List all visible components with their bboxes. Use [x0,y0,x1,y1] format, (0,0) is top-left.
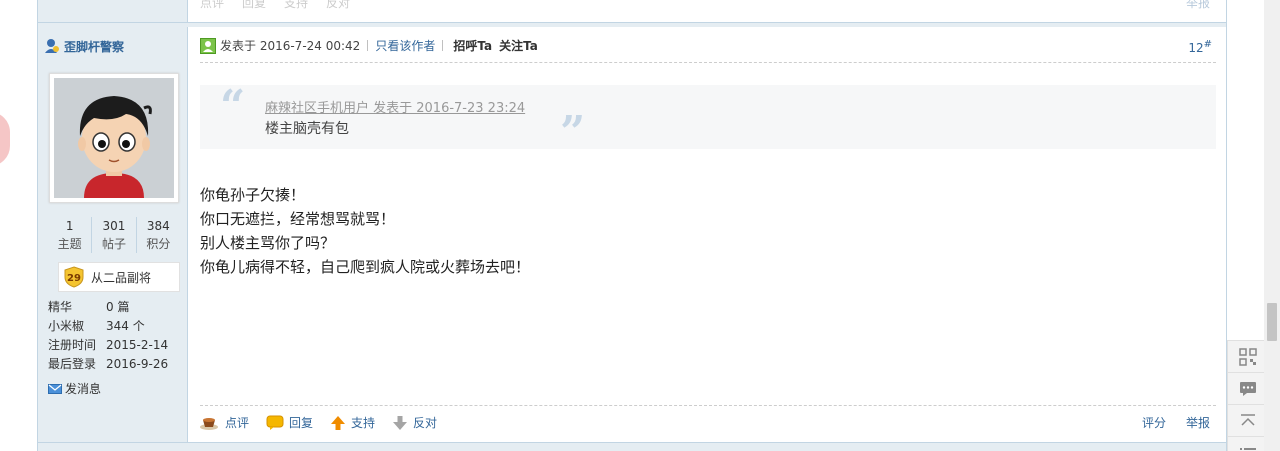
info-row: 小米椒 344 个 [48,317,168,336]
report-link[interactable]: 举报 [1186,414,1210,431]
reply-label: 回复 [289,416,314,430]
support-label: 支持 [351,416,376,430]
quote-body: 楼主脑壳有包 [265,121,349,137]
comment-icon [1240,381,1256,396]
back-to-top-button[interactable] [1228,405,1268,437]
avatar-image [54,78,174,198]
stat-topics[interactable]: 1 主题 [48,217,93,253]
divider [367,40,369,51]
info-row: 最后登录 2016-9-26 [48,355,168,374]
stat-topics-label: 主题 [57,237,82,251]
qrcode-icon [1239,347,1257,366]
rank-title: 从二品副将 [91,270,152,285]
post-main: 发表于 2016-7-24 00:42 只看该作者 招呼Ta 关注Ta 12# … [200,27,1216,442]
coffee-cup-icon [200,417,218,430]
post-actions-right: 评分 举报 [1142,414,1210,431]
stat-posts-label: 帖子 [101,237,126,251]
prev-rate-button[interactable]: 点评 [200,0,224,11]
info-value: 0 篇 [106,300,130,314]
back-to-top-icon [1241,413,1255,426]
rank-level: 29 [67,273,81,284]
prev-oppose-button[interactable]: 反对 [326,0,350,11]
stat-points[interactable]: 384 积分 [137,217,180,253]
previous-post-footer: 点评 回复 支持 反对 举报 [38,0,1226,24]
quote-header[interactable]: 麻辣社区手机用户 发表于 2016-7-23 23:24 [265,97,525,116]
speech-bubble-icon [266,415,284,430]
post-container: 点评 回复 支持 反对 举报 歪脚杆警察 1 主题 301 帖子 384 积分 … [37,0,1227,451]
post-actions: 点评 回复 支持 反对 [200,414,454,431]
info-value: 2016-9-26 [106,357,169,371]
rank-badge: 29 从二品副将 [58,262,180,292]
send-message-label: 发消息 [65,382,102,396]
info-value: 344 个 [106,319,145,333]
previous-post-actions: 点评 回复 支持 反对 [200,0,350,11]
content-line: 你口无遮拦，经常想骂就骂！ [200,210,396,228]
info-value: 2015-2-14 [106,338,169,352]
quote-block: “ 麻辣社区手机用户 发表于 2016-7-23 23:24 楼主脑壳有包 ” [200,81,1216,155]
author-sidebar: 歪脚杆警察 1 主题 301 帖子 384 积分 29 从二品副将 精华 0 篇… [38,27,188,442]
qrcode-button[interactable] [1228,341,1268,373]
cartoon-avatar-icon [54,78,174,198]
list-button[interactable] [1228,437,1268,451]
stat-points-value: 384 [146,219,170,233]
post-separator-bottom [38,442,1226,451]
content-line: 别人楼主骂你了吗？ [200,234,336,252]
prev-reply-button[interactable]: 回复 [242,0,266,11]
author-stats: 1 主题 301 帖子 384 积分 [48,217,180,253]
info-key: 小米椒 [48,319,85,333]
author-info: 精华 0 篇 小米椒 344 个 注册时间 2015-2-14 最后登录 2016-9-… [48,298,168,374]
avatar[interactable] [49,73,179,203]
page-scrollbar[interactable] [1264,0,1280,451]
post-meta: 发表于 2016-7-24 00:42 只看该作者 招呼Ta 关注Ta [200,37,1216,63]
floor-number[interactable]: 12# [1188,39,1212,55]
oppose-label: 反对 [413,416,438,430]
list-icon [1240,448,1256,450]
content-line: 你龟儿病得不轻，自己爬到疯人院或火葬场去吧！ [200,258,531,276]
support-button[interactable]: 支持 [330,414,375,431]
content-line: 你龟孙子欠揍！ [200,186,306,204]
stat-posts-value: 301 [102,219,126,233]
previous-sidebar-strip [38,0,188,24]
follow-link[interactable]: 关注Ta [499,37,538,54]
scrollbar-thumb[interactable] [1267,303,1277,341]
info-key: 精华 [48,300,73,314]
arrow-up-icon [331,415,346,430]
page: 点评 回复 支持 反对 举报 歪脚杆警察 1 主题 301 帖子 384 积分 … [0,0,1280,451]
rate-comment-label: 点评 [225,416,250,430]
rank-shield-icon: 29 [63,266,85,288]
author-header[interactable]: 歪脚杆警察 [43,37,124,55]
reply-button[interactable]: 回复 [266,414,313,431]
floor-mark: # [1203,39,1212,50]
info-row: 精华 0 篇 [48,298,168,317]
send-message-link[interactable]: 发消息 [48,380,101,397]
floating-toolbar [1227,340,1268,451]
user-icon [45,39,59,53]
close-quote-icon: ” [560,107,586,158]
rate-link[interactable]: 评分 [1142,414,1166,431]
prev-support-button[interactable]: 支持 [284,0,308,11]
open-quote-icon: “ [220,81,246,132]
info-key: 注册时间 [48,338,97,352]
online-status-icon [200,37,216,54]
post-content: 你龟孙子欠揍！ 你口无遮拦，经常想骂就骂！ 别人楼主骂你了吗？ 你龟儿病得不轻，… [200,183,530,279]
actions-divider [200,405,1216,406]
stat-points-label: 积分 [146,237,171,251]
rate-comment-button[interactable]: 点评 [200,414,249,431]
stat-topics-value: 1 [65,219,74,233]
divider [442,40,444,51]
prev-report-link[interactable]: 举报 [1186,0,1210,11]
arrow-down-icon [393,415,408,430]
only-author-link[interactable]: 只看该作者 [375,37,435,54]
post-time: 发表于 2016-7-24 00:42 [220,39,361,53]
comment-button[interactable] [1228,373,1268,405]
oppose-button[interactable]: 反对 [392,414,437,431]
envelope-icon [48,383,62,394]
stat-posts[interactable]: 301 帖子 [92,217,137,253]
author-name[interactable]: 歪脚杆警察 [64,38,124,55]
floor-number-value: 12 [1188,41,1204,55]
info-row: 注册时间 2015-2-14 [48,336,168,355]
greet-link[interactable]: 招呼Ta [453,37,492,54]
info-key: 最后登录 [48,357,97,371]
floating-badge[interactable] [0,112,10,166]
